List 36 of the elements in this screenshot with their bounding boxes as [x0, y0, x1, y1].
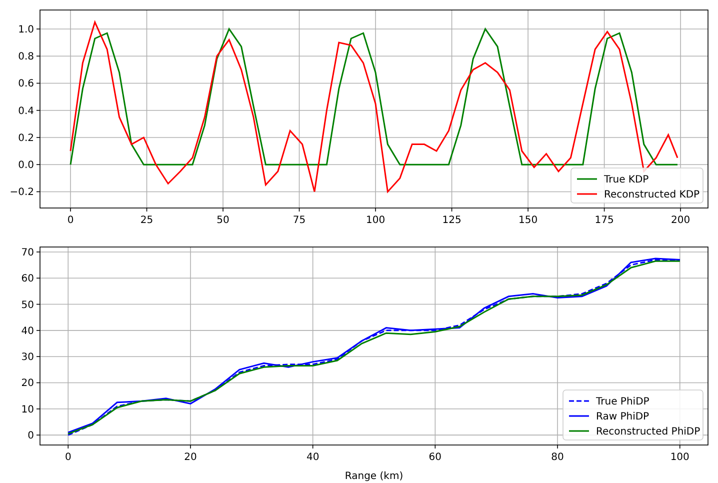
tick-label: 70 — [21, 247, 34, 258]
legend-label: True PhiDP — [596, 396, 650, 408]
legend-label: Raw PhiDP — [596, 412, 650, 422]
tick-label: 0.6 — [18, 78, 34, 90]
tick-label: 0.2 — [18, 132, 34, 144]
tick-label: 20 — [21, 378, 34, 390]
legend-label: True KDP — [604, 174, 649, 186]
tick-label: 25 — [140, 215, 154, 226]
tick-label: 100 — [366, 215, 386, 226]
tick-label: 60 — [428, 452, 442, 463]
tick-label: 40 — [306, 452, 320, 463]
tick-label: 40 — [21, 326, 34, 337]
tick-label: 125 — [442, 215, 462, 226]
tick-label: 30 — [21, 352, 34, 364]
tick-label: 0 — [67, 215, 74, 226]
tick-label: 50 — [21, 300, 34, 311]
tick-label: 20 — [184, 452, 197, 463]
legend-label: Reconstructed KDP — [604, 190, 700, 200]
tick-label: −0.2 — [10, 187, 34, 198]
tick-label: 50 — [216, 215, 230, 226]
tick-label: 0.8 — [18, 52, 34, 63]
tick-label: 80 — [551, 452, 564, 463]
tick-label: 0.0 — [18, 160, 34, 172]
tick-label: 0.4 — [18, 106, 34, 117]
tick-label: 10 — [21, 404, 34, 416]
tick-label: 0 — [28, 430, 34, 442]
tick-label: 200 — [671, 215, 690, 226]
tick-label: 175 — [594, 215, 614, 226]
tick-label: 100 — [670, 452, 690, 463]
tick-label: 1.0 — [18, 24, 34, 36]
tick-label: 75 — [292, 215, 306, 226]
tick-label: 150 — [518, 215, 538, 226]
tick-label: 60 — [21, 274, 34, 285]
legend-label: Reconstructed PhiDP — [596, 426, 700, 438]
tick-label: 0 — [64, 452, 72, 463]
axis-label: Range (km) — [344, 471, 404, 482]
